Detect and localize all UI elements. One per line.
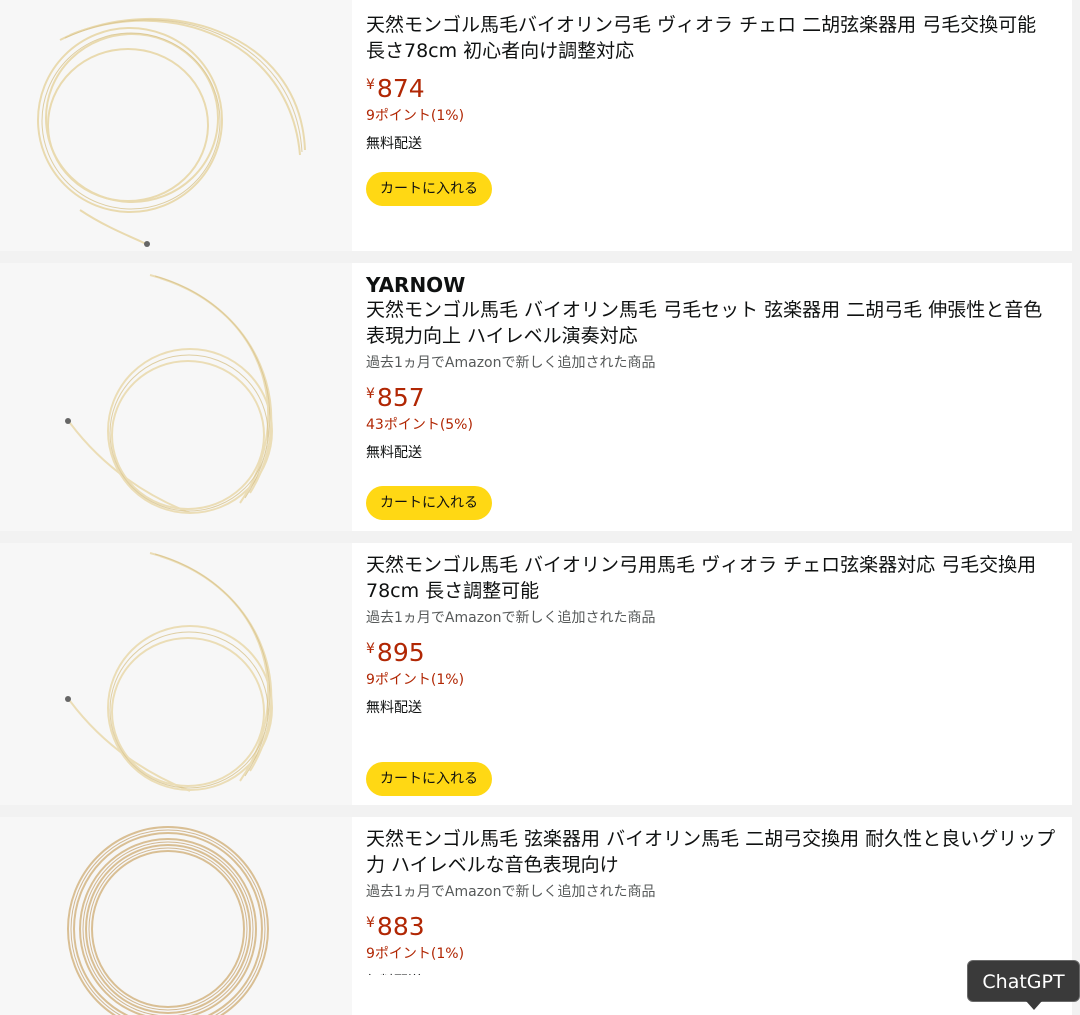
product-info: YARNOW 天然モンゴル馬毛 バイオリン馬毛 弓毛セット 弦楽器用 二胡弓毛 … — [352, 263, 1072, 531]
product-card: 天然モンゴル馬毛バイオリン弓毛 ヴィオラ チェロ 二胡弦楽器用 弓毛交換可能 長… — [0, 0, 1072, 251]
product-title[interactable]: 天然モンゴル馬毛バイオリン弓毛 ヴィオラ チェロ 二胡弦楽器用 弓毛交換可能 長… — [366, 12, 1060, 64]
horsehair-image — [65, 552, 273, 792]
price-value: 874 — [376, 74, 425, 103]
price-value: 883 — [376, 912, 425, 941]
points-label: 9ポイント(1%) — [366, 672, 465, 688]
add-to-cart-button[interactable]: カートに入れる — [366, 486, 492, 520]
product-image[interactable] — [0, 543, 352, 805]
product-image[interactable] — [0, 0, 352, 251]
new-arrival-note: 過去1ヵ月でAmazonで新しく追加された商品 — [366, 610, 656, 626]
price-value: 895 — [376, 638, 425, 667]
horsehair-image — [65, 274, 273, 514]
product-image[interactable] — [0, 817, 352, 1015]
product-price: ¥874 — [366, 70, 1060, 104]
points-label: 43ポイント(5%) — [366, 417, 473, 433]
add-to-cart-button[interactable]: カートに入れる — [366, 762, 492, 796]
product-brand: YARNOW — [366, 273, 466, 297]
product-image[interactable] — [0, 263, 352, 531]
product-title[interactable]: 天然モンゴル馬毛 弦楽器用 バイオリン馬毛 二胡弓交換用 耐久性と良いグリップ力… — [366, 826, 1060, 878]
currency-symbol: ¥ — [366, 915, 375, 931]
product-price: ¥895 — [366, 634, 1060, 668]
currency-symbol: ¥ — [366, 386, 375, 402]
currency-symbol: ¥ — [366, 77, 375, 93]
points-label: 9ポイント(1%) — [366, 108, 465, 124]
overlay-panel — [352, 975, 740, 1015]
product-info: 天然モンゴル馬毛バイオリン弓毛 ヴィオラ チェロ 二胡弦楽器用 弓毛交換可能 長… — [352, 0, 1072, 251]
product-info: 天然モンゴル馬毛 バイオリン弓用馬毛 ヴィオラ チェロ弦楽器対応 弓毛交換用 7… — [352, 543, 1072, 805]
product-price: ¥883 — [366, 908, 1060, 942]
product-card: 天然モンゴル馬毛 バイオリン弓用馬毛 ヴィオラ チェロ弦楽器対応 弓毛交換用 7… — [0, 543, 1072, 805]
product-title[interactable]: 天然モンゴル馬毛 バイオリン弓用馬毛 ヴィオラ チェロ弦楽器対応 弓毛交換用 7… — [366, 552, 1060, 604]
chatgpt-tooltip[interactable]: ChatGPT — [967, 960, 1080, 1010]
shipping-label: 無料配送 — [366, 445, 422, 461]
shipping-label: 無料配送 — [366, 136, 422, 152]
shipping-label: 無料配送 — [366, 700, 422, 716]
currency-symbol: ¥ — [366, 641, 375, 657]
horsehair-image — [37, 18, 306, 247]
new-arrival-note: 過去1ヵ月でAmazonで新しく追加された商品 — [366, 355, 656, 371]
add-to-cart-button[interactable]: カートに入れる — [366, 172, 492, 206]
horsehair-image — [67, 826, 269, 1015]
price-value: 857 — [376, 383, 425, 412]
new-arrival-note: 過去1ヵ月でAmazonで新しく追加された商品 — [366, 884, 656, 900]
product-title[interactable]: 天然モンゴル馬毛 バイオリン馬毛 弓毛セット 弦楽器用 二胡弓毛 伸張性と音色表… — [366, 297, 1060, 349]
points-label: 9ポイント(1%) — [366, 946, 465, 962]
product-price: ¥857 — [366, 379, 1060, 413]
product-card: YARNOW 天然モンゴル馬毛 バイオリン馬毛 弓毛セット 弦楽器用 二胡弓毛 … — [0, 263, 1072, 531]
